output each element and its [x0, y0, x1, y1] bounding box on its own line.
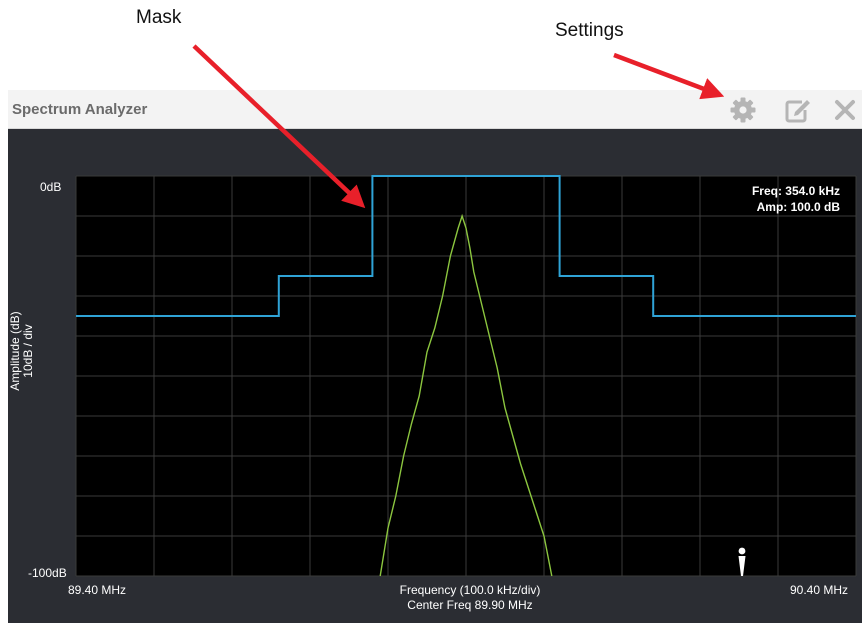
x-tick-right: 90.40 MHz [790, 583, 849, 597]
gear-icon [730, 97, 756, 123]
readout-frequency: Freq: 354.0 kHz [751, 184, 840, 198]
window-header: Spectrum Analyzer [8, 90, 862, 129]
mask-callout-label: Mask [136, 7, 182, 28]
settings-button[interactable] [728, 95, 758, 125]
x-tick-left: 89.40 MHz [68, 583, 127, 597]
plot-title: Normalized To Carrier [354, 54, 500, 70]
y-axis-label-line2: 10dB / div [21, 324, 35, 378]
screenshot-canvas: Mask Settings Spectrum Analyzer Normaliz… [0, 0, 862, 623]
x-axis-label-line2: Center Freq 89.90 MHz [407, 598, 533, 612]
edit-icon [785, 100, 810, 123]
y-tick-bottom: -100dB [28, 566, 67, 580]
close-button[interactable] [830, 95, 860, 125]
marker-handle[interactable] [735, 547, 749, 577]
readout-amplitude: Amp: 100.0 dB [756, 200, 840, 214]
spectrum-analyzer-window: Spectrum Analyzer [8, 90, 862, 623]
marker-readout: Freq: 354.0 kHz Amp: 100.0 dB [752, 183, 840, 215]
x-axis-label: Frequency (100.0 kHz/div) Center Freq 89… [320, 583, 620, 613]
spectrum-plot [75, 175, 857, 577]
settings-callout-label: Settings [555, 20, 624, 41]
x-axis-label-line1: Frequency (100.0 kHz/div) [399, 583, 541, 597]
marker-icon [738, 547, 746, 576]
y-tick-top: 0dB [40, 180, 62, 194]
close-icon [835, 100, 855, 120]
y-axis-label: Amplitude (dB) 10dB / div [8, 271, 35, 431]
edit-button[interactable] [782, 95, 812, 125]
window-title: Spectrum Analyzer [12, 101, 148, 118]
